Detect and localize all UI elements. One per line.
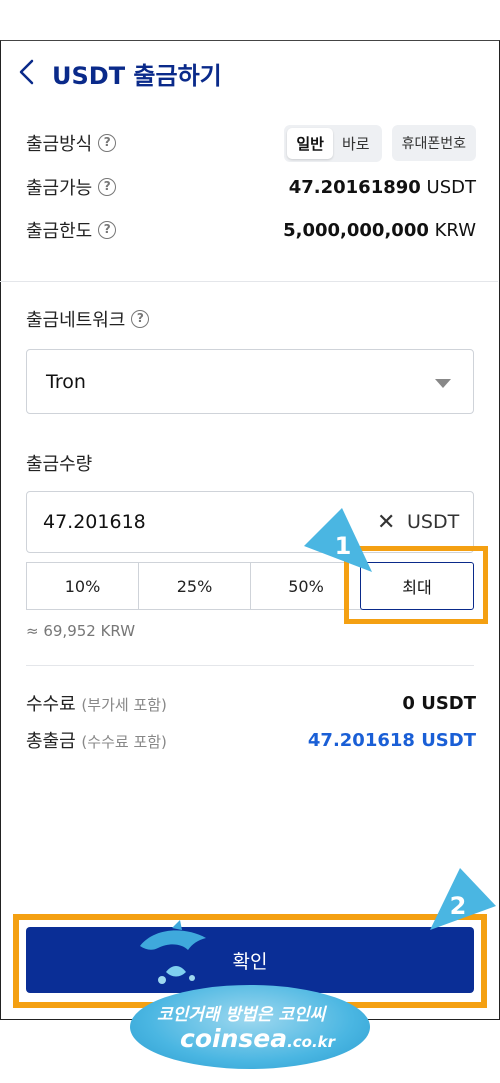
watermark-domain: coinsea.co.kr [180,1024,335,1053]
amount-unit: USDT [407,511,460,533]
page-title: USDT 출금하기 [52,62,222,90]
method-option-phone[interactable]: 휴대폰번호 [391,125,476,161]
method-option-normal[interactable]: 일반 [287,127,333,159]
fee-row: 수수료 (부가세 포함) 0 USDT [26,685,476,721]
network-label: 출금네트워크 [26,310,126,331]
percent-25-button[interactable]: 25% [138,562,251,610]
watermark-domain-name: coinsea [180,1024,288,1053]
dropdown-caret-icon [435,379,451,388]
krw-estimate: ≈ 69,952 KRW [26,622,136,640]
limit-unit: KRW [434,219,476,241]
amount-input[interactable]: 47.201618 ✕ USDT [26,491,474,553]
limit-value: 5,000,000,000 KRW [283,220,476,241]
total-row: 총출금 (수수료 포함) 47.201618 USDT [26,722,476,758]
available-label: 출금가능 [26,178,93,199]
total-value: 47.201618 USDT [307,729,476,751]
available-row: 출금가능 ? 47.20161890 USDT [26,169,476,205]
available-unit: USDT [426,176,476,198]
step-marker-2-label: 2 [450,892,467,920]
help-icon[interactable]: ? [131,310,150,328]
clear-icon[interactable]: ✕ [377,510,395,535]
section-divider [0,281,498,282]
section-divider [26,665,474,666]
dolphin-logo-icon [140,920,206,984]
method-label: 출금방식 [26,134,93,155]
amount-label: 출금수량 [26,454,93,475]
limit-label: 출금한도 [26,221,93,242]
help-icon[interactable]: ? [98,134,117,152]
network-label-group: 출금네트워크 ? [26,306,150,332]
percent-10-button[interactable]: 10% [26,562,139,610]
network-selected-value: Tron [46,371,86,393]
method-segment-group: 일반 바로 [284,124,382,162]
total-note: (수수료 포함) [81,733,167,751]
fee-note: (부가세 포함) [81,696,167,714]
total-label: 총출금 [26,731,76,752]
limit-row: 출금한도 ? 5,000,000,000 KRW [26,212,476,248]
method-option-instant[interactable]: 바로 [333,128,379,159]
fee-value: 0 USDT [402,692,476,714]
step-marker-1: 1 [304,508,372,572]
help-icon[interactable]: ? [98,221,117,239]
header: USDT 출금하기 [0,40,500,104]
limit-amount: 5,000,000,000 [283,219,429,241]
back-arrow-icon[interactable] [16,58,40,86]
step-marker-2: 2 [430,868,496,930]
watermark-tagline: 코인거래 방법은 코인씨 [157,1005,326,1025]
watermark-domain-tld: .co.kr [287,1033,336,1051]
available-value: 47.20161890 USDT [289,177,476,198]
method-row: 출금방식 ? 일반 바로 휴대폰번호 [26,124,476,162]
available-amount: 47.20161890 [288,176,421,198]
method-selector: 일반 바로 휴대폰번호 [284,124,476,162]
network-select[interactable]: Tron [26,349,474,414]
method-label-group: 출금방식 ? [26,130,117,156]
help-icon[interactable]: ? [98,178,117,196]
amount-value: 47.201618 [43,511,146,533]
step-marker-1-label: 1 [335,532,352,560]
fee-label: 수수료 [26,694,76,715]
